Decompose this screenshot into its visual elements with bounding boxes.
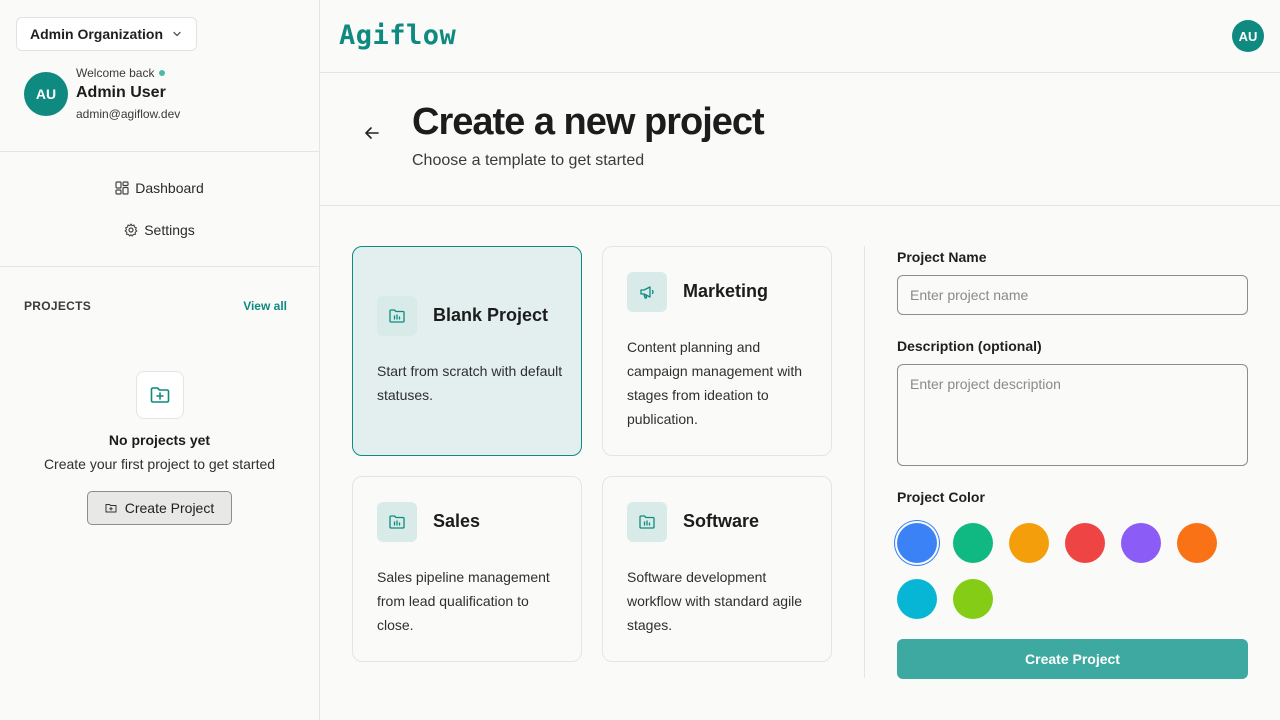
back-arrow-icon[interactable] [362, 123, 382, 143]
chevron-down-icon [173, 31, 181, 37]
org-selector[interactable]: Admin Organization [16, 17, 197, 51]
template-card-software[interactable]: Software Software development workflow w… [602, 476, 832, 662]
megaphone-icon [627, 272, 667, 312]
color-swatch-green[interactable] [953, 523, 993, 563]
template-title: Sales [433, 511, 481, 531]
empty-state-subtitle: Create your first project to get started [43, 456, 276, 472]
welcome-text: Welcome back [76, 66, 155, 80]
empty-state-title: No projects yet [108, 432, 211, 448]
project-description-input[interactable] [897, 364, 1248, 466]
avatar[interactable]: AU [24, 71, 68, 116]
projects-header: PROJECTS View all [24, 299, 287, 313]
color-swatch-lime[interactable] [953, 579, 993, 619]
form-divider [864, 246, 865, 678]
user-avatar[interactable]: AU [1232, 20, 1264, 52]
user-profile: AU Welcome back Admin User admin@agiflow… [24, 66, 180, 121]
sidebar-create-project-button[interactable]: Create Project [87, 491, 232, 525]
template-description: Software development workflow with stand… [627, 569, 803, 633]
template-title: Blank Project [433, 305, 549, 325]
color-swatch-red[interactable] [1065, 523, 1105, 563]
agiflow-logo[interactable]: Agiflow [339, 20, 456, 51]
folder-chart-icon [377, 296, 417, 336]
template-card-marketing[interactable]: Marketing Content planning and campaign … [602, 246, 832, 456]
color-swatch-amber[interactable] [1009, 523, 1049, 563]
color-swatch-purple[interactable] [1121, 523, 1161, 563]
projects-label: PROJECTS [24, 299, 92, 313]
online-status-dot [159, 70, 166, 76]
template-card-sales[interactable]: Sales Sales pipeline management from lea… [352, 476, 582, 662]
dashboard-icon [115, 181, 129, 195]
template-title: Software [683, 511, 760, 531]
page-title: Create a new project [412, 101, 765, 143]
folder-chart-icon [377, 502, 417, 542]
template-card-blank[interactable]: Blank Project Start from scratch with de… [352, 246, 582, 456]
nav-settings-label: Settings [144, 222, 195, 238]
user-email: admin@agiflow.dev [76, 107, 181, 121]
folder-chart-icon [627, 502, 667, 542]
page-subtitle: Choose a template to get started [412, 152, 645, 169]
nav-settings[interactable]: Settings [0, 222, 319, 238]
template-description: Content planning and campaign management… [627, 339, 803, 427]
description-label: Description (optional) [897, 338, 1042, 354]
sidebar-create-project-label: Create Project [124, 500, 215, 516]
template-description: Sales pipeline management from lead qual… [377, 569, 550, 633]
nav-dashboard[interactable]: Dashboard [0, 180, 319, 196]
user-name: Admin User [76, 84, 166, 101]
create-project-button[interactable]: Create Project [897, 639, 1248, 679]
sidebar-divider [0, 151, 319, 152]
folder-plus-icon [105, 504, 117, 513]
project-color-label: Project Color [897, 489, 985, 505]
color-swatch-orange[interactable] [1177, 523, 1217, 563]
folder-plus-icon [150, 387, 170, 403]
sidebar: Admin Organization AU Welcome back Admin… [0, 0, 320, 720]
page-header: Create a new project Choose a template t… [320, 73, 1280, 206]
top-bar: Agiflow AU [320, 0, 1280, 73]
sidebar-divider [0, 266, 319, 267]
nav-dashboard-label: Dashboard [135, 180, 204, 196]
project-name-label: Project Name [897, 249, 987, 265]
template-description: Start from scratch with default statuses… [377, 363, 563, 403]
main-content: Agiflow AU Create a new project Choose a… [320, 0, 1280, 720]
org-name: Admin Organization [30, 26, 163, 42]
empty-projects-icon [136, 371, 184, 419]
template-title: Marketing [683, 281, 769, 301]
gear-icon [124, 223, 138, 237]
color-swatch-cyan[interactable] [897, 579, 937, 619]
project-name-input[interactable] [897, 275, 1248, 315]
color-swatch-blue[interactable] [897, 523, 937, 563]
view-all-link[interactable]: View all [243, 299, 287, 313]
